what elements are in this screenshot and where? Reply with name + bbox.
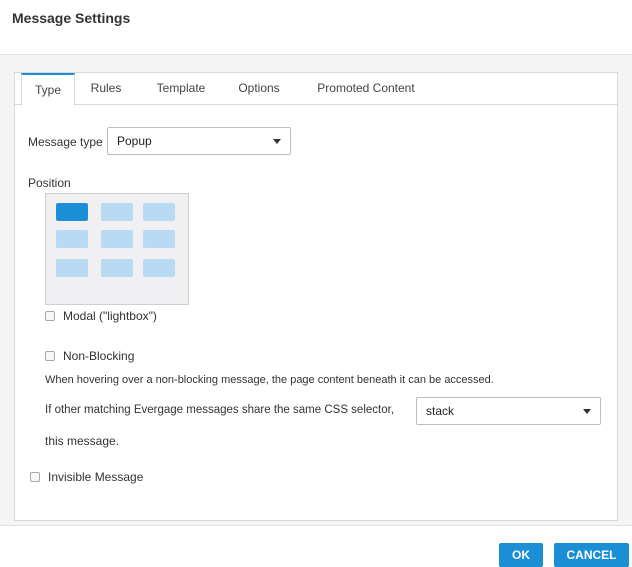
css-selector-select[interactable]: stack [416,397,601,425]
position-bottom-center[interactable] [101,259,133,277]
position-grid [45,193,189,305]
non-blocking-label: Non-Blocking [63,349,135,363]
position-middle-right[interactable] [143,230,175,248]
position-middle-left[interactable] [56,230,88,248]
position-top-left[interactable] [56,203,88,221]
ok-button[interactable]: OK [499,543,543,567]
message-type-select[interactable]: Popup [107,127,291,155]
chevron-down-icon [273,139,281,144]
tab-options[interactable]: Options [229,73,289,105]
dialog-title: Message Settings [12,10,131,26]
cancel-button[interactable]: CANCEL [554,543,629,567]
chevron-down-icon [583,409,591,414]
tab-type[interactable]: Type [21,73,75,106]
position-bottom-right[interactable] [143,259,175,277]
css-selector-value: stack [426,404,455,418]
position-top-right[interactable] [143,203,175,221]
tab-rules[interactable]: Rules [81,73,131,105]
non-blocking-checkbox[interactable] [45,351,55,361]
modal-checkbox[interactable] [45,311,55,321]
invisible-message-checkbox[interactable] [30,472,40,482]
css-selector-text-after: this message. [45,434,120,448]
settings-panel: Type Rules Template Options Promoted Con… [14,72,618,521]
tab-template[interactable]: Template [143,73,219,105]
modal-label: Modal ("lightbox") [63,309,157,323]
message-type-value: Popup [117,134,152,148]
css-selector-text: If other matching Evergage messages shar… [45,404,395,416]
position-middle-center[interactable] [101,230,133,248]
dialog-body: Type Rules Template Options Promoted Con… [0,54,632,526]
tab-bar: Type Rules Template Options Promoted Con… [15,73,617,106]
invisible-message-label: Invisible Message [48,470,144,484]
non-blocking-help: When hovering over a non-blocking messag… [45,374,494,386]
tab-promoted-content[interactable]: Promoted Content [303,73,429,105]
message-type-label: Message type [28,135,103,149]
position-label: Position [28,176,71,190]
position-top-center[interactable] [101,203,133,221]
position-bottom-left[interactable] [56,259,88,277]
